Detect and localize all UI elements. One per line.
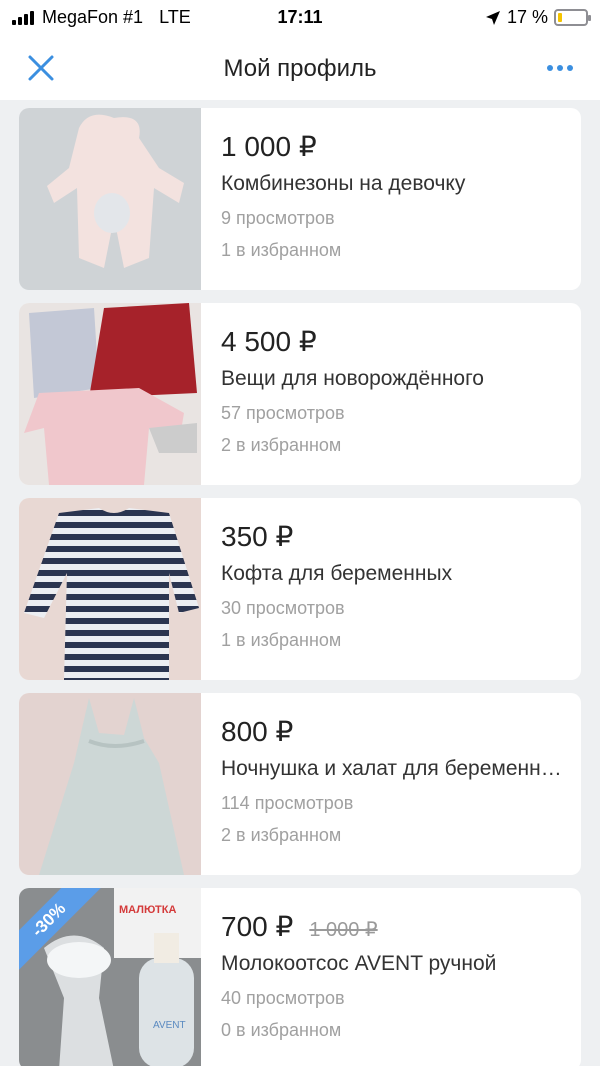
listing-card[interactable]: МАЛЮТКА AVENT -30% 700 ₽ 1 000 ₽ Молокоо… [19,888,581,1066]
listing-price: 350 ₽ [221,521,294,552]
listing-favorites: 2 в избранном [221,825,342,845]
listing-price: 700 ₽ [221,911,294,942]
battery-icon [554,9,591,26]
listing-card[interactable]: 800 ₽ Ночнушка и халат для беременных 11… [19,693,581,875]
nav-bar: Мой профиль [0,36,600,100]
listing-info: 700 ₽ 1 000 ₽ Молокоотсос AVENT ручной 4… [221,910,565,1044]
photo-avent-label: AVENT [153,1020,186,1031]
listing-favorites: 2 в избранном [221,435,342,455]
listing-views: 9 просмотров [221,208,335,228]
listing-title: Кофта для беременных [221,562,453,585]
listing-favorites: 1 в избранном [221,630,342,650]
listing-views: 30 просмотров [221,598,345,618]
listing-info: 4 500 ₽ Вещи для новорождённого 57 просм… [221,325,565,459]
listing-card[interactable]: 350 ₽ Кофта для беременных 30 просмотров… [19,498,581,680]
listing-price: 1 000 ₽ [221,131,317,162]
listing-favorites: 1 в избранном [221,240,342,260]
price-row: 4 500 ₽ [221,325,565,361]
listing-views: 40 просмотров [221,988,345,1008]
listing-info: 800 ₽ Ночнушка и халат для беременных 11… [221,715,565,849]
listing-info: 350 ₽ Кофта для беременных 30 просмотров… [221,520,565,654]
more-dots-icon [547,65,553,71]
location-arrow-icon [485,10,500,25]
price-row: 700 ₽ 1 000 ₽ [221,910,565,946]
listing-price: 4 500 ₽ [221,326,317,357]
listing-photo [19,693,201,875]
nightgown-photo [19,693,201,875]
listing-title: Комбинезоны на девочку [221,172,466,195]
listing-title: Молокоотсос AVENT ручной [221,952,497,975]
price-row: 350 ₽ [221,520,565,556]
price-row: 1 000 ₽ [221,130,565,166]
more-dot [567,65,573,71]
price-row: 800 ₽ [221,715,565,751]
listing-photo [19,108,201,290]
status-bar: MegaFon #1 LTE 17:11 17 % [0,0,600,36]
listing-favorites: 0 в избранном [221,1020,342,1040]
snowsuit-photo [19,108,201,290]
listing-card[interactable]: 4 500 ₽ Вещи для новорождённого 57 просм… [19,303,581,485]
listing-price: 800 ₽ [221,716,294,747]
battery-fill [558,13,562,22]
striped-sweater-photo [19,498,201,680]
listing-photo [19,498,201,680]
status-right: 17 % [485,7,591,28]
listing-views: 57 просмотров [221,403,345,423]
more-dot [557,65,563,71]
listing-title: Ночнушка и халат для беременных [221,757,565,780]
battery-percent: 17 % [506,7,548,27]
listing-old-price: 1 000 ₽ [309,919,378,941]
more-button[interactable] [540,54,580,82]
listing-title: Вещи для новорождённого [221,367,484,390]
listing-views: 114 просмотров [221,793,354,813]
listing-list: 1 000 ₽ Комбинезоны на девочку 9 просмот… [19,108,581,1066]
baby-clothes-photo [19,303,201,485]
listing-card[interactable]: 1 000 ₽ Комбинезоны на девочку 9 просмот… [19,108,581,290]
listing-info: 1 000 ₽ Комбинезоны на девочку 9 просмот… [221,130,565,264]
listing-photo [19,303,201,485]
listing-photo: МАЛЮТКА AVENT -30% [19,888,201,1066]
photo-brand-label: МАЛЮТКА [119,904,176,916]
page-title: Мой профиль [223,55,377,82]
